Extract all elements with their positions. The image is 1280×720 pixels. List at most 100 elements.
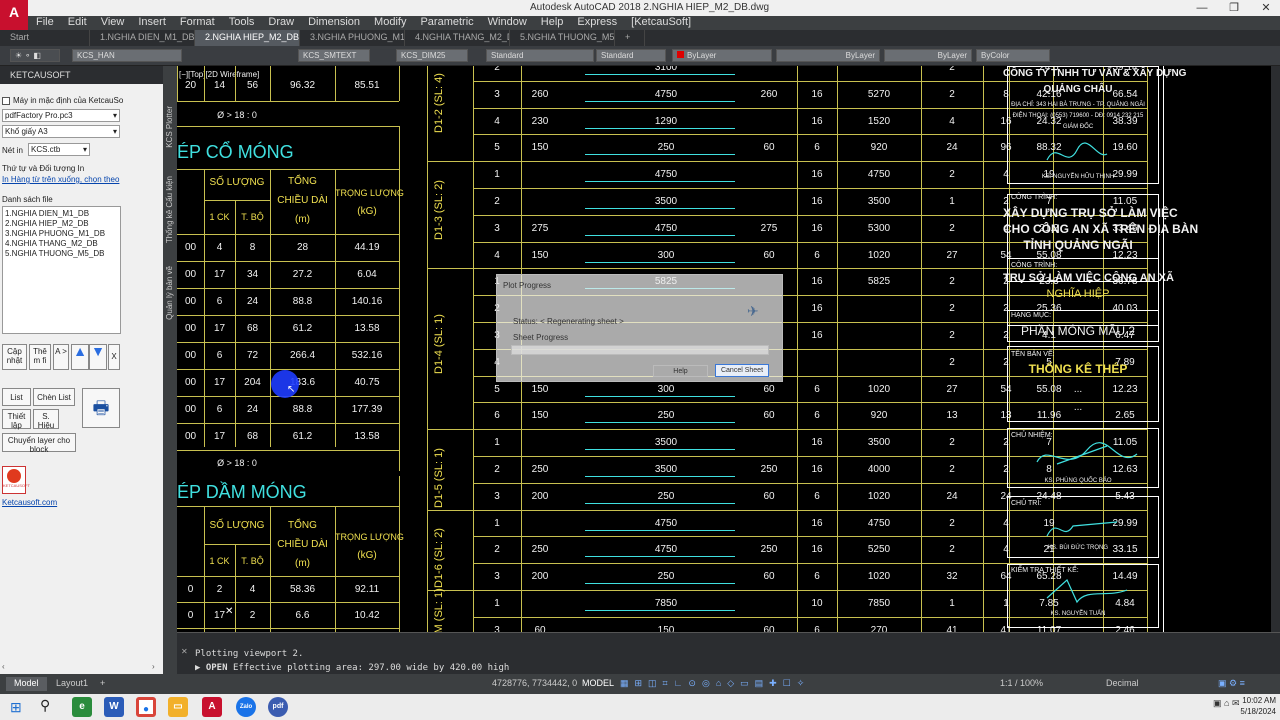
order-link[interactable]: In Hàng từ trên xuống, chọn theo xyxy=(2,175,119,184)
tab-0[interactable]: Start xyxy=(0,30,90,46)
website-link[interactable]: Ketcausoft.com xyxy=(2,498,57,507)
zalo-icon[interactable]: Zalo xyxy=(236,697,256,717)
side-tab-thongke[interactable]: Thống kê Cấu kiện xyxy=(165,176,174,243)
help-button[interactable]: Help xyxy=(653,365,708,377)
search-icon[interactable]: ⚲ xyxy=(40,697,50,714)
tab-layout1[interactable]: Layout1 xyxy=(48,677,96,691)
menu-item[interactable]: Window xyxy=(488,16,527,30)
menu-item[interactable]: Draw xyxy=(268,16,294,30)
printer-icon[interactable]: 🖶 xyxy=(82,388,120,428)
word-icon[interactable]: W xyxy=(104,697,124,717)
grid-line xyxy=(204,66,205,101)
menu-item[interactable]: Dimension xyxy=(308,16,360,30)
change-layer-button[interactable]: Chuyển layer cho block xyxy=(2,433,76,454)
menu-item[interactable]: Tools xyxy=(229,16,255,30)
menu-item[interactable]: File xyxy=(36,16,54,30)
menu-item[interactable]: Insert xyxy=(138,16,166,30)
file-list-item[interactable]: 5.NGHIA THUONG_M5_DB xyxy=(5,249,118,259)
menu-item[interactable]: View xyxy=(101,16,125,30)
menu-item[interactable]: Express xyxy=(577,16,617,30)
close-icon[interactable]: ✕ xyxy=(1250,0,1280,16)
restore-icon[interactable]: ❐ xyxy=(1218,0,1250,16)
cancel-sheet-button[interactable]: Cancel Sheet xyxy=(715,364,769,377)
symbol-button[interactable]: S. Hiệu xyxy=(33,409,59,430)
table-cell: 4750 xyxy=(654,222,678,234)
file-explorer-icon[interactable]: ▭ xyxy=(168,697,188,717)
plot-style-dropdown[interactable]: ByColor xyxy=(976,49,1050,62)
sort-a-button[interactable]: A > xyxy=(53,344,69,370)
update-button[interactable]: Cập nhật xyxy=(2,344,27,370)
table-cell: 2 xyxy=(216,584,223,595)
menu-item[interactable]: Edit xyxy=(68,16,87,30)
file-list[interactable]: 1.NGHIA DIEN_M1_DB 2.NGHIA HIEP_M2_DB 3.NG… xyxy=(2,206,121,334)
tab-1[interactable]: 1.NGHIA DIEN_M1_DB* xyxy=(90,30,195,46)
remove-button[interactable]: X xyxy=(108,344,120,370)
printer-select[interactable]: pdfFactory Pro.pc3 ▾ xyxy=(2,109,120,122)
table-style-dropdown[interactable]: Standard xyxy=(486,49,594,62)
file-list-item[interactable]: 4.NGHIA THANG_M2_DB xyxy=(5,239,118,249)
add-layout-icon[interactable]: + xyxy=(92,677,113,691)
scroll-left-icon[interactable]: ‹ xyxy=(2,662,5,671)
chrome-icon[interactable]: ● xyxy=(136,697,156,717)
table-cell: 1020 xyxy=(867,490,891,502)
tab-5[interactable]: 5.NGHIA THUONG_M5_DB* xyxy=(510,30,615,46)
windows-start-icon[interactable]: ⊞ xyxy=(10,699,22,716)
menu-item[interactable]: Modify xyxy=(374,16,406,30)
table-cell: 275 xyxy=(531,222,549,234)
table-cell: 1 xyxy=(949,196,955,207)
tab-4[interactable]: 4.NGHIA THANG_M2_DB xyxy=(405,30,510,46)
pdf-icon[interactable]: pdf xyxy=(268,697,288,717)
setup-button[interactable]: Thiết lập xyxy=(2,409,31,430)
workspace-icons[interactable]: ▣ ⚙ ≡ xyxy=(1210,677,1253,691)
dim-style-dropdown[interactable]: KCS_DIM25 xyxy=(396,49,468,62)
checkbox-icon[interactable] xyxy=(2,96,10,105)
drafting-tools-icons[interactable]: ▦⊞◫⌗∟⊙◎⌂◇▭▤✚☐✧ xyxy=(612,677,818,691)
scroll-right-icon[interactable]: › xyxy=(152,662,155,671)
tab-6[interactable]: + xyxy=(615,30,645,46)
table-cell: 532.16 xyxy=(351,350,383,361)
move-up-icon[interactable]: ▲ xyxy=(71,344,89,370)
member-label: D1-5 (SL: 1) xyxy=(433,448,445,508)
table-cell: 4750 xyxy=(654,88,678,100)
vertical-scrollbar[interactable] xyxy=(1271,66,1280,632)
pen-select[interactable]: KCS.ctb ▾ xyxy=(28,143,90,156)
tab-2[interactable]: 2.NGHIA HIEP_M2_DB xyxy=(195,30,300,46)
tab-model[interactable]: Model xyxy=(6,677,47,691)
units-dropdown[interactable]: Decimal xyxy=(1098,677,1147,691)
side-tab-plotter[interactable]: KCS Plotter xyxy=(165,106,174,148)
multileader-style-dropdown[interactable]: Standard xyxy=(596,49,666,62)
layer-dropdown[interactable]: KCS_HAN xyxy=(72,49,182,62)
menu-item[interactable]: Parametric xyxy=(420,16,473,30)
menu-item[interactable]: Format xyxy=(180,16,215,30)
linetype-dropdown[interactable]: ByLayer xyxy=(776,49,880,62)
tab-3[interactable]: 3.NGHIA PHUONG_M1_DB xyxy=(300,30,405,46)
insert-list-button[interactable]: Chèn List xyxy=(33,388,75,406)
table-cell: 3 xyxy=(494,88,500,100)
autocad-icon[interactable]: A xyxy=(202,697,222,717)
edge-icon[interactable]: e xyxy=(72,697,92,717)
menu-item[interactable]: [KetcauSoft] xyxy=(631,16,691,30)
section-title-neck: ÉP CỔ MÓNG xyxy=(177,142,294,162)
move-down-icon[interactable]: ▼ xyxy=(89,344,107,370)
layer-tools[interactable]: ☀ ⚬ ◧ xyxy=(10,49,60,62)
file-list-item[interactable]: 3.NGHIA PHUONG_M1_DB xyxy=(5,229,118,239)
close-cmd-icon[interactable]: ✕ xyxy=(181,647,188,656)
annotation-scale[interactable]: 1:1 / 100% xyxy=(992,677,1051,691)
lineweight-dropdown[interactable]: ByLayer xyxy=(884,49,972,62)
minimize-icon[interactable]: — xyxy=(1186,0,1218,16)
default-printer-checkbox[interactable]: Máy in mặc định của KetcauSo xyxy=(2,96,123,105)
command-line[interactable]: ✕ Plotting viewport 2. ▶ OPEN Effective … xyxy=(177,632,1280,674)
application-menu-button[interactable]: A xyxy=(0,0,28,30)
color-dropdown[interactable]: ByLayer xyxy=(672,49,772,62)
side-tab-quanly[interactable]: Quản lý bản vẽ xyxy=(165,266,174,320)
paper-select[interactable]: Khổ giấy A3 ▾ xyxy=(2,125,120,138)
add-file-button[interactable]: Thê m fi xyxy=(29,344,51,370)
title-block-text: CHO CÔNG AN XÃ TRÊN ĐỊA BÀN xyxy=(1003,222,1199,236)
list-button[interactable]: List xyxy=(2,388,31,406)
menu-item[interactable]: Help xyxy=(541,16,564,30)
table-cell: 204 xyxy=(244,377,261,388)
file-list-item[interactable]: 1.NGHIA DIEN_M1_DB xyxy=(5,209,118,219)
table-cell: 3500 xyxy=(867,437,891,449)
file-list-item[interactable]: 2.NGHIA HIEP_M2_DB xyxy=(5,219,118,229)
text-style-dropdown[interactable]: KCS_SMTEXT xyxy=(298,49,370,62)
